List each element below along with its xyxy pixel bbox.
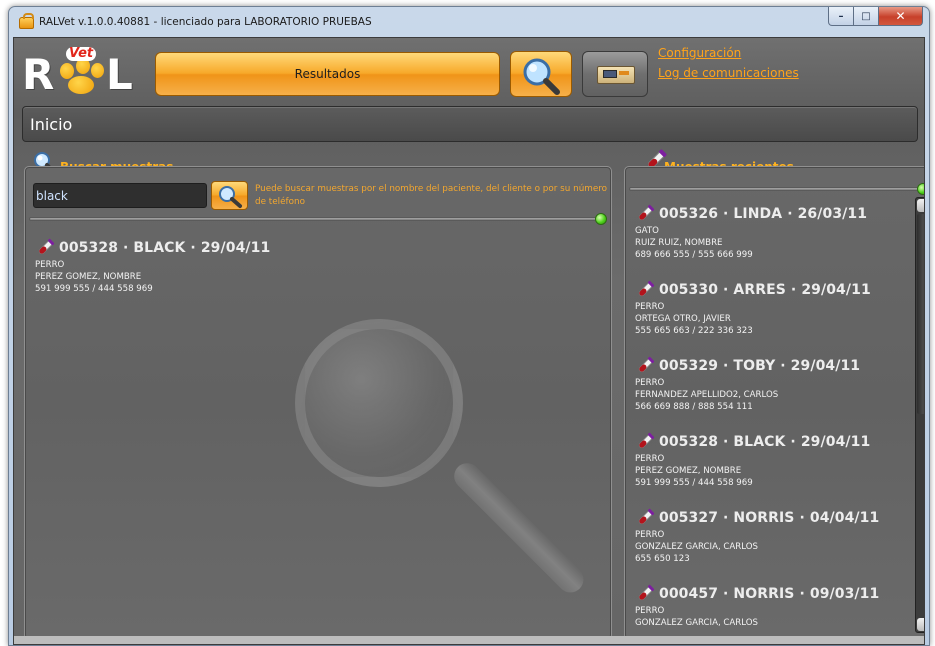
header-links: Configuración Log de comunicaciones xyxy=(658,46,799,86)
search-input[interactable] xyxy=(33,183,207,208)
sample-species: PERRO xyxy=(635,302,665,312)
magnifier-watermark-handle xyxy=(448,457,589,598)
sample-heading: 005327 · NORRIS · 04/04/11 xyxy=(659,510,880,526)
sample-owner: GONZALEZ GARCIA, CARLOS xyxy=(635,618,758,628)
app-icon xyxy=(19,13,34,29)
search-submit-button[interactable] xyxy=(211,181,248,210)
window-title: RALVet v.1.0.0.40881 - licenciado para L… xyxy=(39,16,372,28)
minimize-button[interactable]: – xyxy=(828,7,854,26)
title-bar: RALVet v.1.0.0.40881 - licenciado para L… xyxy=(9,7,929,37)
test-tube-icon xyxy=(38,238,55,255)
configuration-link[interactable]: Configuración xyxy=(658,46,799,60)
search-separator xyxy=(29,217,603,221)
sample-phones: 566 669 888 / 888 554 111 xyxy=(635,402,753,412)
sample-phones: 591 999 555 / 444 558 969 xyxy=(635,478,753,488)
magnifier-watermark-icon xyxy=(295,319,463,487)
sample-heading: 000457 · NORRIS · 09/03/11 xyxy=(659,586,880,602)
sample-species: PERRO xyxy=(635,530,665,540)
search-result-item[interactable]: 005328 · BLACK · 29/04/11 PERRO PEREZ GO… xyxy=(35,237,270,295)
sample-owner: PEREZ GOMEZ, NOMBRE xyxy=(35,272,142,282)
search-status-indicator xyxy=(595,213,607,225)
search-hint: Puede buscar muestras por el nombre del … xyxy=(255,184,608,207)
window-controls: – □ ✕ xyxy=(828,7,923,26)
maximize-button[interactable]: □ xyxy=(854,7,879,26)
sample-heading: 005328 · BLACK · 29/04/11 xyxy=(59,240,271,256)
analyzer-device-icon xyxy=(597,66,635,84)
sample-species: PERRO xyxy=(635,606,665,616)
scroll-up-button[interactable] xyxy=(917,199,924,212)
test-tube-icon xyxy=(638,584,655,601)
sample-phones: 655 650 123 xyxy=(635,554,690,564)
recent-separator xyxy=(629,187,923,191)
logo-vet-badge: Vet xyxy=(66,47,97,61)
sample-species: GATO xyxy=(635,226,659,236)
breadcrumb: Inicio xyxy=(22,106,918,142)
scroll-thumb[interactable] xyxy=(917,214,924,414)
sample-owner: GONZALEZ GARCIA, CARLOS xyxy=(635,542,758,552)
client-area: R Vet L Resultados Configuración Log de … xyxy=(13,37,925,645)
ralvet-logo: R Vet L xyxy=(22,46,144,99)
search-panel: Puede buscar muestras por el nombre del … xyxy=(24,166,612,640)
sample-species: PERRO xyxy=(635,378,665,388)
recent-sample-item[interactable]: 005328 · BLACK · 29/04/11 PERRO PEREZ GO… xyxy=(635,431,870,489)
recent-sample-item[interactable]: 005326 · LINDA · 26/03/11 GATO RUIZ RUIZ… xyxy=(635,203,867,261)
magnifier-icon xyxy=(523,58,560,95)
scroll-down-button[interactable] xyxy=(917,618,924,631)
communication-log-link[interactable]: Log de comunicaciones xyxy=(658,66,799,80)
page-title: Inicio xyxy=(30,115,73,134)
sample-owner: PEREZ GOMEZ, NOMBRE xyxy=(635,466,742,476)
paw-icon: Vet xyxy=(56,46,106,94)
sample-phones: 555 665 663 / 222 336 323 xyxy=(635,326,753,336)
recent-scrollbar[interactable] xyxy=(915,197,924,633)
sample-phones: 689 666 555 / 555 666 999 xyxy=(635,250,753,260)
sample-heading: 005329 · TOBY · 29/04/11 xyxy=(659,358,861,374)
results-button[interactable]: Resultados xyxy=(155,52,500,96)
test-tube-icon xyxy=(638,432,655,449)
logo-letter-r: R xyxy=(22,50,55,99)
sample-phones: 591 999 555 / 444 558 969 xyxy=(35,284,153,294)
test-tube-icon xyxy=(638,204,655,221)
recent-sample-item[interactable]: 005330 · ARRES · 29/04/11 PERRO ORTEGA O… xyxy=(635,279,871,337)
status-strip xyxy=(14,636,924,644)
close-button[interactable]: ✕ xyxy=(879,7,923,26)
test-tube-icon xyxy=(638,508,655,525)
recent-samples-panel: 005326 · LINDA · 26/03/11 GATO RUIZ RUIZ… xyxy=(624,166,924,640)
sample-heading: 005326 · LINDA · 26/03/11 xyxy=(659,206,868,222)
recent-status-indicator xyxy=(917,183,924,195)
recent-sample-item[interactable]: 005329 · TOBY · 29/04/11 PERRO FERNANDEZ… xyxy=(635,355,860,413)
search-button[interactable] xyxy=(510,51,572,97)
recent-sample-item[interactable]: 000457 · NORRIS · 09/03/11 PERRO GONZALE… xyxy=(635,583,879,629)
test-tube-icon xyxy=(638,356,655,373)
logo-letter-l: L xyxy=(106,50,133,99)
analyzer-button[interactable] xyxy=(582,51,648,97)
sample-species: PERRO xyxy=(635,454,665,464)
sample-species: PERRO xyxy=(35,260,65,270)
sample-heading: 005328 · BLACK · 29/04/11 xyxy=(659,434,871,450)
sample-owner: ORTEGA OTRO, JAVIER xyxy=(635,314,731,324)
test-tube-icon xyxy=(638,280,655,297)
sample-heading: 005330 · ARRES · 29/04/11 xyxy=(659,282,871,298)
magnifier-icon xyxy=(219,186,242,208)
sample-owner: FERNANDEZ APELLIDO2, CARLOS xyxy=(635,390,779,400)
recent-sample-item[interactable]: 005327 · NORRIS · 04/04/11 PERRO GONZALE… xyxy=(635,507,879,565)
sample-owner: RUIZ RUIZ, NOMBRE xyxy=(635,238,723,248)
app-window: RALVet v.1.0.0.40881 - licenciado para L… xyxy=(8,6,930,646)
